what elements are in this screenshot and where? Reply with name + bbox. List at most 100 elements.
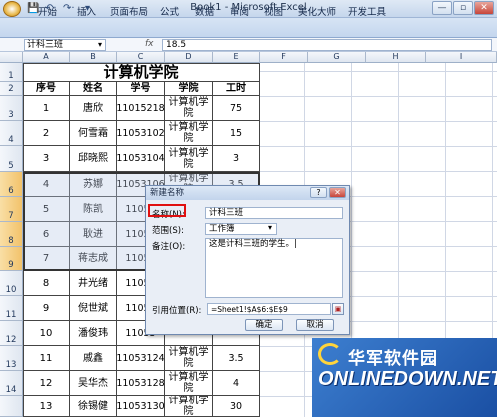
name-cell[interactable]: 邱晓熙 bbox=[70, 146, 117, 172]
name-cell[interactable]: 井光绪 bbox=[70, 271, 117, 296]
student-id-cell[interactable]: 11053128 bbox=[117, 371, 165, 396]
student-id-cell[interactable]: 11053102 bbox=[117, 121, 165, 146]
row-header-11[interactable]: 11 bbox=[0, 296, 23, 321]
hours-cell[interactable]: 3 bbox=[213, 146, 260, 172]
header-cell[interactable]: 学院 bbox=[165, 82, 213, 96]
name-cell[interactable]: 蒋志成 bbox=[70, 247, 117, 271]
student-id-cell[interactable]: 11053130 bbox=[117, 396, 165, 417]
college-cell[interactable]: 计算机学院 bbox=[165, 346, 213, 371]
seq-cell[interactable]: 5 bbox=[23, 197, 70, 222]
name-input[interactable]: 计科三班 bbox=[205, 207, 343, 219]
row-header-5[interactable]: 5 bbox=[0, 146, 23, 172]
seq-cell[interactable]: 13 bbox=[23, 396, 70, 417]
row-header-2[interactable]: 2 bbox=[0, 82, 23, 96]
header-cell[interactable]: 序号 bbox=[23, 82, 70, 96]
seq-cell[interactable]: 11 bbox=[23, 346, 70, 371]
seq-cell[interactable]: 6 bbox=[23, 222, 70, 247]
ok-button[interactable]: 确定 bbox=[245, 319, 283, 331]
tab-page-layout[interactable]: 页面布局 bbox=[110, 4, 148, 18]
hours-cell[interactable]: 3.5 bbox=[213, 346, 260, 371]
name-cell[interactable]: 苏娜 bbox=[70, 172, 117, 197]
seq-cell[interactable]: 9 bbox=[23, 296, 70, 321]
column-header-i[interactable]: I bbox=[426, 52, 497, 63]
name-cell[interactable]: 徐锡健 bbox=[70, 396, 117, 417]
fx-icon[interactable]: fx bbox=[145, 39, 154, 49]
college-cell[interactable]: 计算机学院 bbox=[165, 371, 213, 396]
seq-cell[interactable]: 2 bbox=[23, 121, 70, 146]
seq-cell[interactable]: 7 bbox=[23, 247, 70, 271]
student-id-cell[interactable]: 11053124 bbox=[117, 346, 165, 371]
sheet-title[interactable]: 计算机学院 bbox=[23, 63, 260, 82]
row-header-4[interactable]: 4 bbox=[0, 121, 23, 146]
minimize-button[interactable]: — bbox=[432, 1, 452, 15]
name-cell[interactable]: 戚鑫 bbox=[70, 346, 117, 371]
column-header-d[interactable]: D bbox=[165, 52, 213, 63]
tab-view[interactable]: 视图 bbox=[264, 4, 283, 18]
select-all-corner[interactable] bbox=[0, 52, 23, 63]
name-cell[interactable]: 陈凯 bbox=[70, 197, 117, 222]
row-header-10[interactable]: 10 bbox=[0, 271, 23, 296]
tab-data[interactable]: 数据 bbox=[195, 4, 214, 18]
name-cell[interactable]: 潘俊玮 bbox=[70, 321, 117, 346]
tab-developer[interactable]: 开发工具 bbox=[348, 4, 386, 18]
tab-beautify[interactable]: 美化大师 bbox=[298, 4, 336, 18]
college-cell[interactable]: 计算机学院 bbox=[165, 96, 213, 121]
row-header-13[interactable]: 13 bbox=[0, 346, 23, 371]
row-header-1[interactable]: 1 bbox=[0, 63, 23, 82]
name-cell[interactable]: 吴华杰 bbox=[70, 371, 117, 396]
name-cell[interactable]: 倪世斌 bbox=[70, 296, 117, 321]
row-header-3[interactable]: 3 bbox=[0, 96, 23, 121]
row-header-12[interactable]: 12 bbox=[0, 321, 23, 346]
header-cell[interactable]: 工时 bbox=[213, 82, 260, 96]
hours-cell[interactable]: 15 bbox=[213, 121, 260, 146]
tab-review[interactable]: 审阅 bbox=[230, 4, 249, 18]
tab-home[interactable]: 开始 bbox=[38, 4, 57, 18]
header-cell[interactable]: 学号 bbox=[117, 82, 165, 96]
close-button[interactable]: ✕ bbox=[474, 1, 494, 15]
column-header-c[interactable]: C bbox=[117, 52, 165, 63]
help-button[interactable]: ? bbox=[310, 187, 327, 198]
seq-cell[interactable]: 12 bbox=[23, 371, 70, 396]
row-header-7[interactable]: 7 bbox=[0, 197, 23, 222]
hours-cell[interactable]: 30 bbox=[213, 396, 260, 417]
hours-cell[interactable]: 75 bbox=[213, 96, 260, 121]
scope-select[interactable]: 工作簿 bbox=[205, 223, 277, 235]
column-header-f[interactable]: F bbox=[260, 52, 308, 63]
chevron-down-icon[interactable]: ▾ bbox=[98, 40, 102, 49]
formula-input[interactable]: 18.5 bbox=[162, 39, 492, 51]
dialog-close-button[interactable]: ✕ bbox=[329, 187, 346, 198]
seq-cell[interactable]: 8 bbox=[23, 271, 70, 296]
row-header-9[interactable]: 9 bbox=[0, 247, 23, 271]
collapse-dialog-icon[interactable]: ▣ bbox=[332, 303, 344, 315]
row-header-14[interactable]: 14 bbox=[0, 371, 23, 396]
tab-formulas[interactable]: 公式 bbox=[160, 4, 179, 18]
college-cell[interactable]: 计算机学院 bbox=[165, 396, 213, 417]
college-cell[interactable]: 计算机学院 bbox=[165, 146, 213, 172]
column-header-b[interactable]: B bbox=[70, 52, 117, 63]
column-header-e[interactable]: E bbox=[213, 52, 260, 63]
name-cell[interactable]: 何雪霜 bbox=[70, 121, 117, 146]
seq-cell[interactable]: 1 bbox=[23, 96, 70, 121]
chevron-down-icon[interactable]: ▾ bbox=[268, 223, 272, 232]
name-cell[interactable]: 唐欣 bbox=[70, 96, 117, 121]
cancel-button[interactable]: 取消 bbox=[296, 319, 334, 331]
row-header-6[interactable]: 6 bbox=[0, 172, 23, 197]
tab-insert[interactable]: 插入 bbox=[77, 4, 96, 18]
name-cell[interactable]: 耿进 bbox=[70, 222, 117, 247]
column-header-g[interactable]: G bbox=[308, 52, 366, 63]
name-box[interactable]: 计科三班 bbox=[24, 39, 106, 51]
row-header-15[interactable] bbox=[0, 396, 23, 417]
college-cell[interactable]: 计算机学院 bbox=[165, 121, 213, 146]
hours-cell[interactable]: 4 bbox=[213, 371, 260, 396]
student-id-cell[interactable]: 11053104 bbox=[117, 146, 165, 172]
header-cell[interactable]: 姓名 bbox=[70, 82, 117, 96]
column-header-h[interactable]: H bbox=[366, 52, 426, 63]
refers-to-input[interactable]: =Sheet1!$A$6:$E$9 bbox=[207, 303, 331, 315]
seq-cell[interactable]: 10 bbox=[23, 321, 70, 346]
restore-button[interactable]: ▫ bbox=[453, 1, 473, 15]
comment-textarea[interactable]: 这是计科三班的学生。| bbox=[205, 238, 343, 298]
seq-cell[interactable]: 4 bbox=[23, 172, 70, 197]
column-header-a[interactable]: A bbox=[23, 52, 70, 63]
row-header-8[interactable]: 8 bbox=[0, 222, 23, 247]
seq-cell[interactable]: 3 bbox=[23, 146, 70, 172]
